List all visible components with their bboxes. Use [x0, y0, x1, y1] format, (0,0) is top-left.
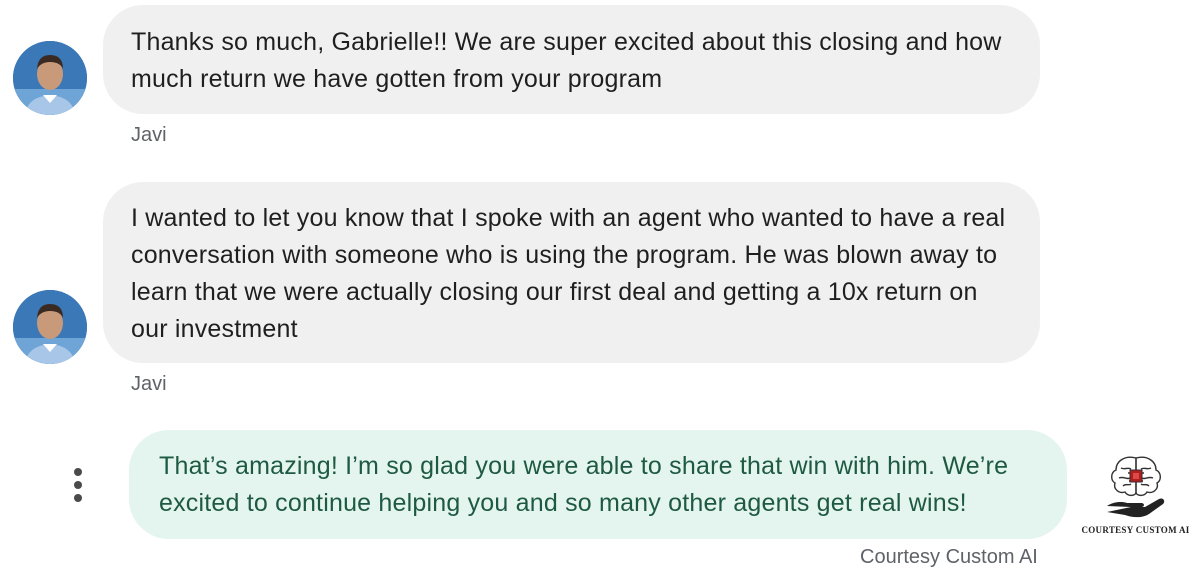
sender-avatar[interactable] [13, 290, 87, 364]
brain-hand-icon [1106, 456, 1164, 518]
message-bubble[interactable]: Thanks so much, Gabrielle!! We are super… [103, 5, 1040, 114]
message-text: Thanks so much, Gabrielle!! We are super… [131, 28, 1002, 93]
sender-avatar[interactable] [13, 41, 87, 115]
sender-name: Javi [131, 373, 167, 395]
message-bubble[interactable]: That’s amazing! I’m so glad you were abl… [129, 430, 1067, 539]
message-text: I wanted to let you know that I spoke wi… [131, 204, 1006, 343]
watermark: COURTESY CUSTOM AI [1078, 452, 1193, 535]
message-text: That’s amazing! I’m so glad you were abl… [159, 452, 1009, 517]
more-vertical-icon[interactable] [71, 468, 85, 502]
watermark-text: COURTESY CUSTOM AI [1081, 525, 1190, 535]
courtesy-caption: Courtesy Custom AI [860, 546, 1038, 568]
avatar-photo [13, 41, 87, 115]
message-bubble[interactable]: I wanted to let you know that I spoke wi… [103, 182, 1040, 363]
sender-name: Javi [131, 124, 167, 146]
avatar-photo [13, 290, 87, 364]
